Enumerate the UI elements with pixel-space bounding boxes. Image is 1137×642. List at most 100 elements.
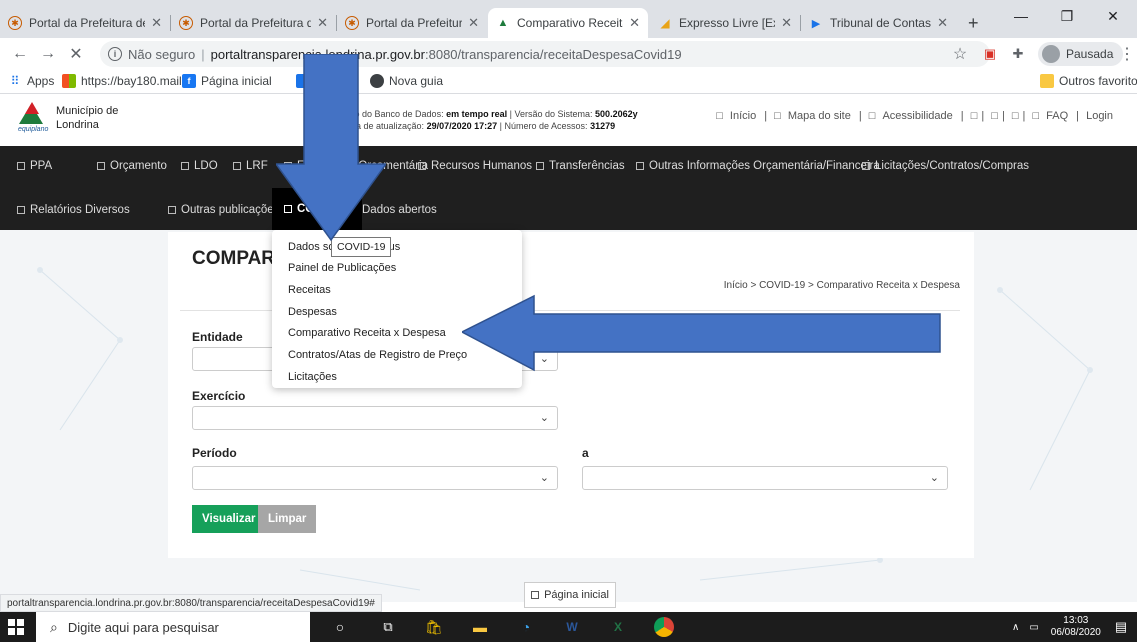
- nav-square-icon: [636, 162, 644, 170]
- facebook-icon: f: [182, 74, 196, 88]
- edge-icon[interactable]: ◔: [516, 617, 536, 637]
- menu-item-comparativo[interactable]: Comparativo Receita x Despesa: [288, 327, 446, 339]
- taskbar-search-input[interactable]: ⌕ Digite aqui para pesquisar: [36, 612, 310, 642]
- info-icon[interactable]: i: [108, 47, 122, 61]
- top-link-inicio[interactable]: □ Início: [716, 110, 760, 122]
- exercicio-select[interactable]: ⌄: [192, 406, 558, 430]
- browser-tab-strip: ✱ Portal da Prefeitura de L ✕ ✱ Portal d…: [0, 0, 1137, 38]
- close-tab-icon[interactable]: ✕: [937, 15, 948, 31]
- address-bar[interactable]: i Não seguro | portaltransparencia.londr…: [100, 41, 990, 67]
- visualizar-button[interactable]: Visualizar: [192, 505, 266, 533]
- url-path: :8080/transparencia/receitaDespesaCovid1…: [425, 46, 682, 62]
- new-tab-label: +: [968, 12, 979, 33]
- excel-icon[interactable]: X: [608, 617, 628, 637]
- main-nav: PPA Orçamento LDO LRF Execção Orçamentár…: [0, 146, 1137, 230]
- word-icon[interactable]: W: [562, 617, 582, 637]
- forward-arrow-icon[interactable]: →: [36, 42, 60, 66]
- update-value: 29/07/2020 17:27: [426, 121, 498, 131]
- top-link-icon[interactable]: □: [1012, 110, 1019, 122]
- bookmark-facebook[interactable]: f Página inicial: [182, 74, 272, 88]
- site-header: equiplano Município de Londrina rsão do …: [0, 94, 1137, 146]
- play-favicon-icon: ▶: [811, 17, 821, 30]
- bookmark-apps[interactable]: ⠿ Apps: [8, 74, 55, 88]
- search-icon: ⌕: [50, 618, 58, 635]
- bookmark-other-folder[interactable]: Outros favoritos: [1040, 74, 1137, 88]
- login-link[interactable]: Login: [1086, 110, 1113, 122]
- menu-item-despesas[interactable]: Despesas: [288, 306, 337, 318]
- pocket-extension-icon[interactable]: ▣: [978, 42, 1002, 66]
- periodo-start-select[interactable]: ⌄: [192, 466, 558, 490]
- browser-tab[interactable]: ▶ Tribunal de Contas do E ✕: [801, 8, 956, 38]
- close-tab-icon[interactable]: ✕: [151, 15, 162, 31]
- menu-item-receitas[interactable]: Receitas: [288, 284, 331, 296]
- microsoft-logo-icon: [62, 74, 76, 88]
- browser-tab[interactable]: ✱ Portal da Prefeitura de L ✕: [0, 8, 170, 38]
- cortana-icon[interactable]: ○: [330, 617, 350, 637]
- tab-title: Portal da Prefeitura de L: [200, 16, 312, 30]
- limpar-button[interactable]: Limpar: [258, 505, 317, 533]
- nav-item-licitacoes[interactable]: Licitações/Contratos/Compras: [862, 160, 1029, 172]
- prefeitura-favicon-icon: ✱: [345, 16, 359, 30]
- windows-start-icon[interactable]: [8, 619, 24, 635]
- logo-caption: equiplano: [18, 126, 49, 133]
- battery-icon[interactable]: ▭: [1029, 622, 1038, 633]
- close-tab-icon[interactable]: ✕: [629, 15, 640, 31]
- bookmark-star-icon[interactable]: ☆: [948, 42, 972, 66]
- clock[interactable]: 13:03 06/08/2020: [1051, 615, 1101, 639]
- home-page-label: Página inicial: [544, 589, 609, 601]
- top-link-acessibilidade[interactable]: □ Acessibilidade: [869, 110, 957, 122]
- top-link-faq[interactable]: □ FAQ: [1032, 110, 1072, 122]
- close-tab-icon[interactable]: ✕: [317, 15, 328, 31]
- entidade-label: Entidade: [192, 330, 243, 344]
- chrome-taskbar-icon[interactable]: [654, 617, 674, 637]
- task-view-icon[interactable]: ⧉: [378, 617, 398, 637]
- file-explorer-icon[interactable]: ▬: [470, 617, 490, 637]
- store-icon[interactable]: 🛍: [424, 617, 444, 637]
- restore-window-button[interactable]: ❐: [1044, 0, 1090, 32]
- notifications-icon[interactable]: ▤: [1115, 619, 1127, 635]
- tab-title: Comparativo Receita x: [517, 16, 623, 30]
- browser-tab[interactable]: ✱ Portal da Prefeitura de L ✕: [171, 8, 336, 38]
- chevron-up-icon[interactable]: ∧: [1012, 622, 1019, 633]
- home-square-icon: [531, 591, 540, 599]
- top-link-icon[interactable]: □: [991, 110, 998, 122]
- nav-item-recursos-humanos[interactable]: Recursos Humanos: [418, 160, 532, 172]
- document-icon: [181, 162, 189, 170]
- nav-item-relatorios[interactable]: Relatórios Diversos: [17, 204, 130, 216]
- back-arrow-icon[interactable]: ←: [8, 42, 32, 66]
- nav-square-icon: [168, 206, 176, 214]
- org-name[interactable]: Município de Londrina: [56, 104, 118, 132]
- browser-tab[interactable]: ✱ Portal da Prefeitura de L ✕: [337, 8, 487, 38]
- nav-item-ldo[interactable]: LDO: [181, 160, 218, 172]
- home-page-button[interactable]: Página inicial: [524, 582, 616, 608]
- new-tab-button[interactable]: +: [960, 8, 988, 38]
- browser-tab-active[interactable]: ▲ Comparativo Receita x ✕: [488, 8, 648, 38]
- chrome-menu-icon[interactable]: ⋮: [1115, 42, 1137, 66]
- browser-tab[interactable]: ◢ Expresso Livre [Expresso ✕: [650, 8, 800, 38]
- menu-item-painel-publicacoes[interactable]: Painel de Publicações: [288, 262, 396, 274]
- nav-item-lrf[interactable]: LRF: [233, 160, 268, 172]
- stop-loading-icon[interactable]: ✕: [64, 42, 88, 66]
- close-tab-icon[interactable]: ✕: [468, 15, 479, 31]
- nav-item-outras-publicacoes[interactable]: Outras publicações: [168, 204, 279, 216]
- nav-item-outras-informacoes[interactable]: Outras Informações Orçamentária/Financei…: [636, 160, 880, 172]
- close-tab-icon[interactable]: ✕: [781, 15, 792, 31]
- nav-item-orcamento[interactable]: Orçamento: [97, 160, 167, 172]
- periodo-end-select[interactable]: ⌄: [582, 466, 948, 490]
- menu-item-contratos-atas[interactable]: Contratos/Atas de Registro de Preço: [288, 349, 467, 361]
- clock-date: 06/08/2020: [1050, 627, 1101, 638]
- top-link-mapa[interactable]: □ Mapa do site: [774, 110, 855, 122]
- top-link-icon[interactable]: □: [971, 110, 978, 122]
- minimize-window-button[interactable]: —: [998, 0, 1044, 32]
- extensions-puzzle-icon[interactable]: ✚: [1006, 42, 1030, 66]
- close-window-button[interactable]: ✕: [1090, 0, 1136, 32]
- tab-title: Tribunal de Contas do E: [830, 16, 931, 30]
- omnibox-separator: |: [201, 46, 205, 62]
- profile-button[interactable]: Pausada: [1038, 42, 1124, 66]
- menu-item-licitacoes[interactable]: Licitações: [288, 371, 337, 383]
- breadcrumb[interactable]: Início > COVID-19 > Comparativo Receita …: [724, 280, 960, 291]
- nav-item-transferencias[interactable]: Transferências: [536, 160, 625, 172]
- bookmark-mail[interactable]: https://bay180.mail....: [62, 74, 195, 88]
- nav-item-ppa[interactable]: PPA: [17, 160, 52, 172]
- db-realtime: em tempo real: [446, 109, 508, 119]
